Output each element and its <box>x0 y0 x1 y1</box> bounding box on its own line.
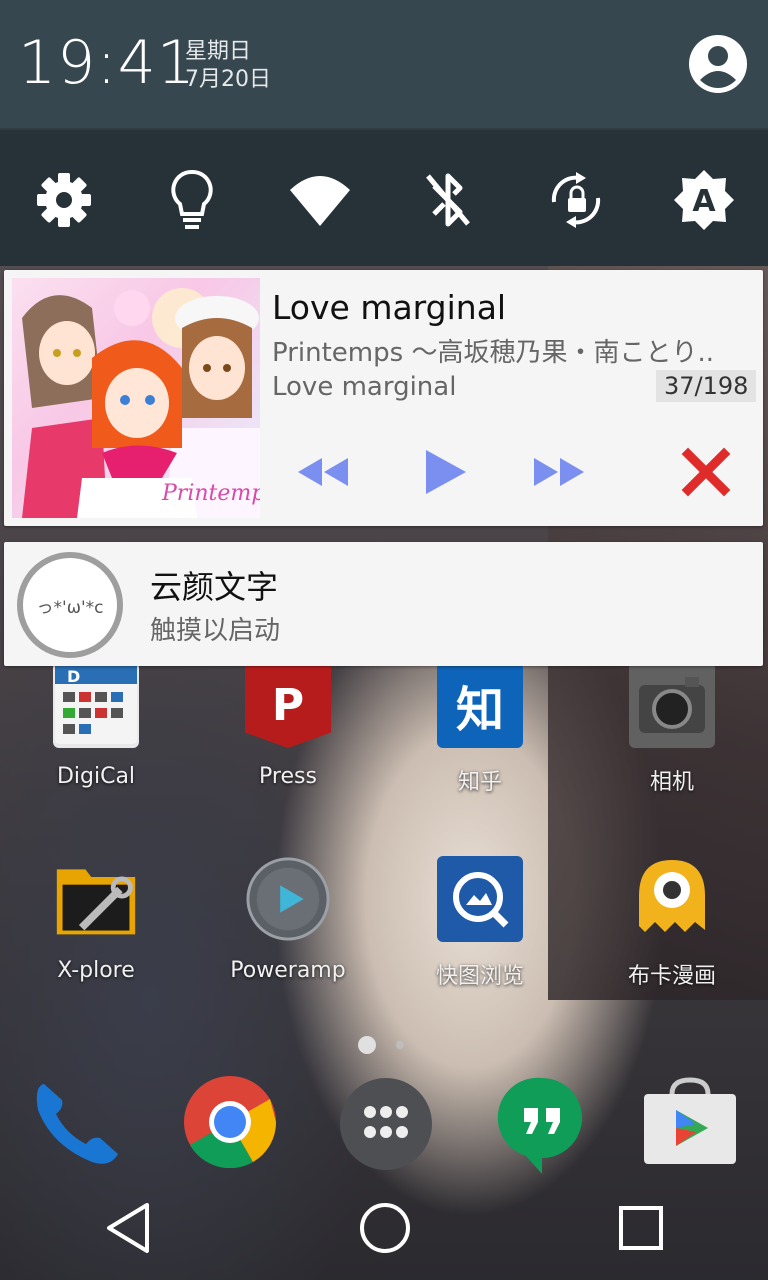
zhihu-icon: 知 <box>437 662 523 748</box>
brightness-auto-icon[interactable]: A <box>672 168 736 232</box>
notification-text: 触摸以启动 <box>150 616 281 646</box>
press-icon: P <box>245 662 331 748</box>
next-icon[interactable] <box>528 442 588 502</box>
weekday: 星期日 <box>185 39 252 64</box>
app-label: 布卡漫画 <box>627 964 716 989</box>
app-digical[interactable]: D DigiCal <box>31 662 161 789</box>
app-buka[interactable]: 布卡漫画 <box>607 856 737 990</box>
date-block[interactable]: 星期日 7月20日 <box>185 38 271 94</box>
app-drawer-icon[interactable] <box>340 1078 432 1170</box>
notification-title: 云颜文字 <box>150 568 279 606</box>
wifi-icon[interactable] <box>288 168 352 232</box>
app-label: 相机 <box>649 770 694 795</box>
album-art-logo: Printemps <box>161 481 260 506</box>
app-xplore[interactable]: X-plore <box>31 856 161 983</box>
app-label: X-plore <box>57 958 135 983</box>
recents-button[interactable] <box>617 1204 665 1252</box>
home-button[interactable] <box>358 1201 412 1255</box>
chrome-icon[interactable] <box>184 1076 277 1169</box>
digical-icon: D <box>53 662 139 748</box>
track-counter: 37/198 <box>656 370 757 402</box>
camera-icon <box>629 662 715 748</box>
song-artist: Printemps ～高坂穂乃果・南ことり.. <box>272 338 714 368</box>
clock: 19:41 <box>18 28 196 98</box>
date: 7月20日 <box>185 67 271 92</box>
music-notification[interactable]: Printemps Love marginal Printemps ～高坂穂乃果… <box>4 270 763 526</box>
bluetooth-off-icon[interactable] <box>418 168 478 232</box>
kaomoji-app-icon: っ*'ω'*c <box>17 552 123 658</box>
flashlight-bulb-icon[interactable] <box>162 168 222 232</box>
quickpic-icon <box>437 856 523 942</box>
xplore-icon <box>53 856 139 942</box>
app-label: Press <box>259 764 317 789</box>
back-button[interactable] <box>103 1201 153 1255</box>
close-icon[interactable] <box>676 442 736 502</box>
svg-text:D: D <box>67 667 80 686</box>
quick-settings <box>0 128 768 266</box>
previous-icon[interactable] <box>294 442 354 502</box>
app-poweramp[interactable]: Poweramp <box>223 856 353 983</box>
play-icon[interactable] <box>416 442 476 502</box>
rotation-lock-icon[interactable] <box>546 168 606 232</box>
kaomoji-notification[interactable]: っ*'ω'*c 云颜文字 触摸以启动 <box>4 542 763 666</box>
app-label: DigiCal <box>56 764 136 789</box>
app-zhihu[interactable]: 知 知乎 <box>415 662 545 796</box>
song-title: Love marginal <box>272 288 507 327</box>
play-store-icon[interactable] <box>642 1076 736 1168</box>
app-label: 知乎 <box>457 770 502 795</box>
notification-header: 19:41 星期日 7月20日 <box>0 0 768 128</box>
app-quickpic[interactable]: 快图浏览 <box>415 856 545 990</box>
page-indicator <box>396 1041 404 1049</box>
hangouts-icon[interactable] <box>496 1076 588 1174</box>
app-camera[interactable]: 相机 <box>607 662 737 796</box>
account-circle-icon[interactable] <box>688 34 748 94</box>
album-art: Printemps <box>12 278 260 518</box>
app-press[interactable]: P Press <box>223 662 353 789</box>
phone-icon[interactable] <box>30 1076 122 1168</box>
gear-icon[interactable] <box>34 168 94 232</box>
buka-icon <box>629 856 715 942</box>
app-label: 快图浏览 <box>435 964 524 989</box>
song-album: Love marginal <box>272 372 457 402</box>
app-label: Poweramp <box>230 958 346 983</box>
poweramp-icon <box>245 856 331 942</box>
svg-text:A: A <box>692 184 716 219</box>
navigation-bar <box>0 1176 768 1280</box>
page-indicator-active <box>358 1036 376 1054</box>
